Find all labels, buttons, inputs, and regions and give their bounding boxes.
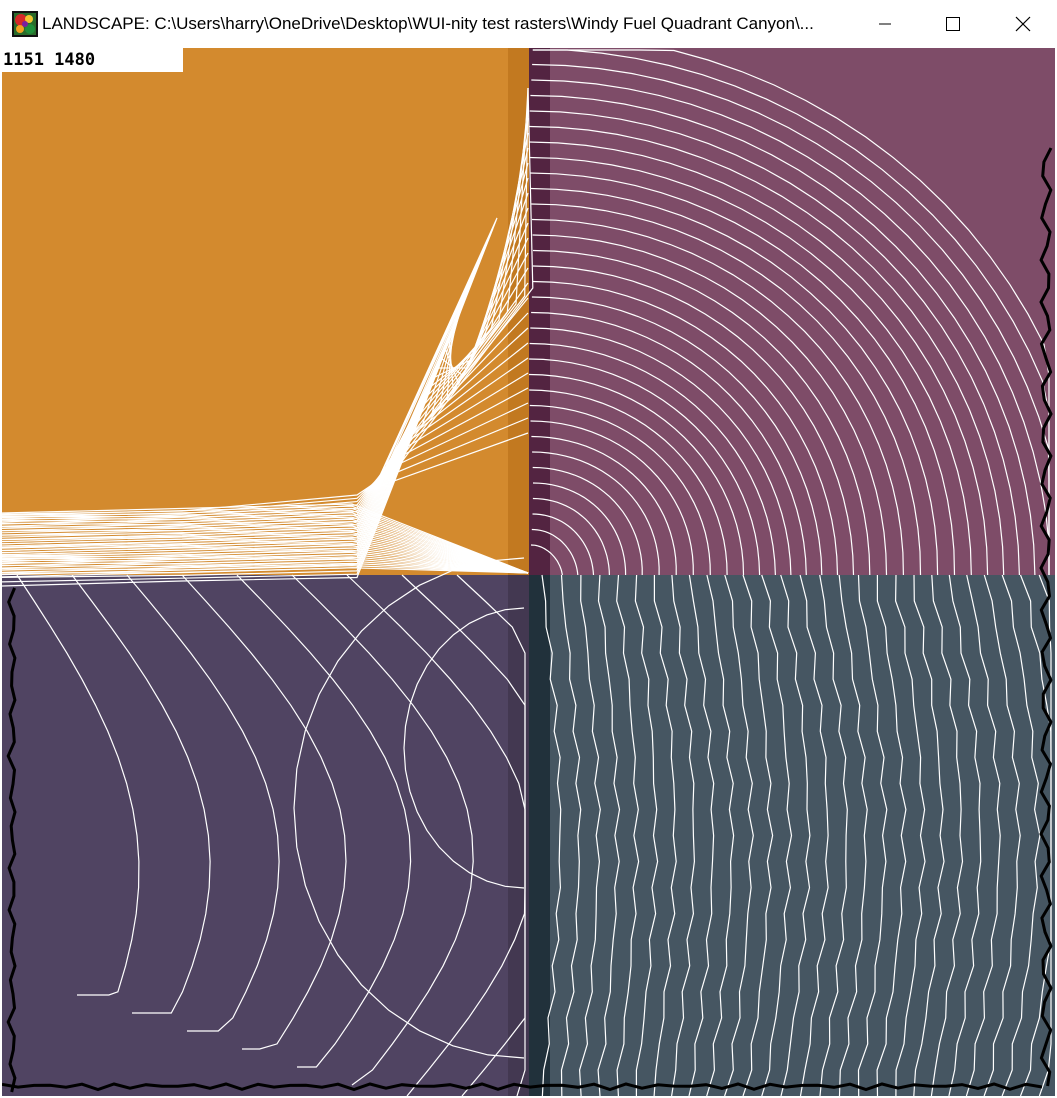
minimize-button[interactable] — [850, 0, 920, 48]
quadrant-top-left — [2, 48, 529, 575]
coordinate-readout: 1151 1480 — [2, 48, 183, 72]
title-bar[interactable]: LANDSCAPE: C:\Users\harry\OneDrive\Deskt… — [0, 0, 1057, 48]
close-button[interactable] — [988, 0, 1057, 48]
maximize-button[interactable] — [918, 0, 988, 48]
landscape-canvas[interactable]: 1151 1480 — [2, 48, 1055, 1096]
landscape-app-icon — [12, 11, 38, 37]
canyon-strip-bottom-right — [529, 575, 550, 1096]
quadrant-bottom-left — [2, 575, 529, 1096]
landscape-map[interactable] — [2, 48, 1055, 1096]
fuel-quadrants — [2, 48, 1055, 1096]
window-title: LANDSCAPE: C:\Users\harry\OneDrive\Deskt… — [42, 14, 814, 33]
canyon-strip-bottom-left — [508, 575, 529, 1096]
close-icon — [1015, 16, 1031, 32]
maximize-icon — [946, 17, 960, 31]
landscape-window: LANDSCAPE: C:\Users\harry\OneDrive\Deskt… — [0, 0, 1057, 1098]
minimize-icon — [879, 23, 891, 25]
